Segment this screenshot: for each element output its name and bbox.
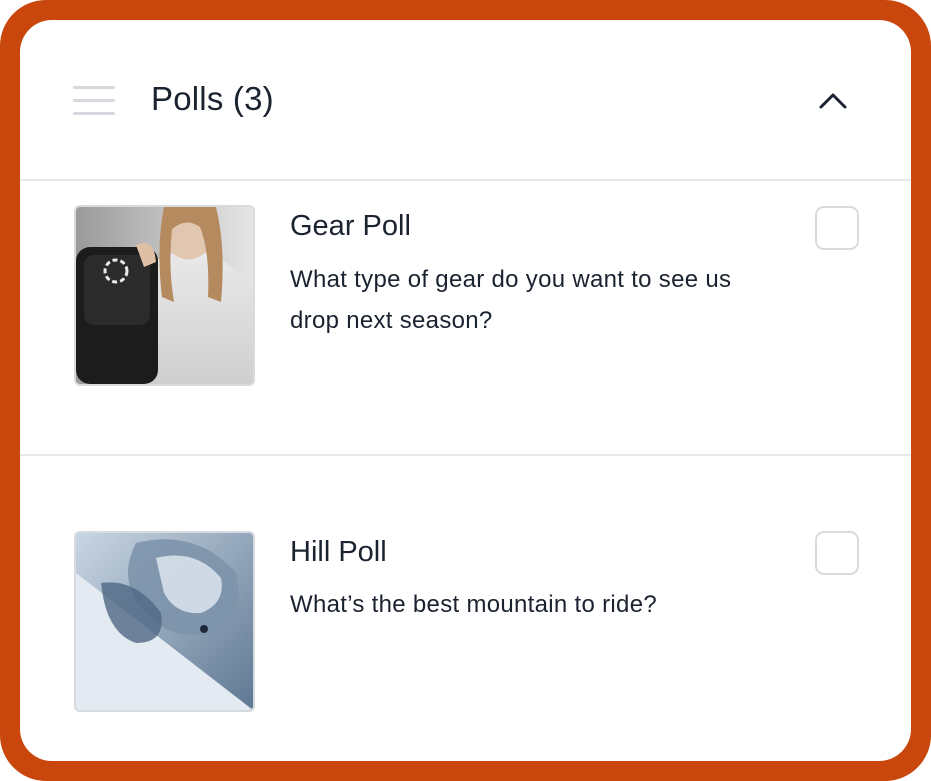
poll-description: What’s the best mountain to ride? (290, 591, 657, 618)
poll-item-hill[interactable]: Hill Poll What’s the best mountain to ri… (20, 456, 911, 761)
poll-title: Gear Poll (290, 210, 411, 242)
polls-header: Polls (3) (20, 20, 911, 181)
poll-description: What type of gear do you want to see us … (290, 266, 732, 334)
poll-image-hill (74, 531, 255, 712)
chevron-up-icon[interactable] (816, 86, 850, 116)
poll-image-gear (74, 205, 255, 386)
poll-select-checkbox[interactable] (815, 206, 859, 250)
poll-item-gear[interactable]: Gear Poll What type of gear do you want … (20, 181, 911, 456)
app-frame: Polls (3) Gear Poll What type of gear do… (0, 0, 931, 781)
polls-panel: Polls (3) Gear Poll What type of gear do… (20, 20, 911, 761)
drag-handle-icon[interactable] (73, 86, 115, 116)
poll-title: Hill Poll (290, 536, 387, 568)
poll-select-checkbox[interactable] (815, 531, 859, 575)
page-title: Polls (3) (151, 80, 274, 117)
